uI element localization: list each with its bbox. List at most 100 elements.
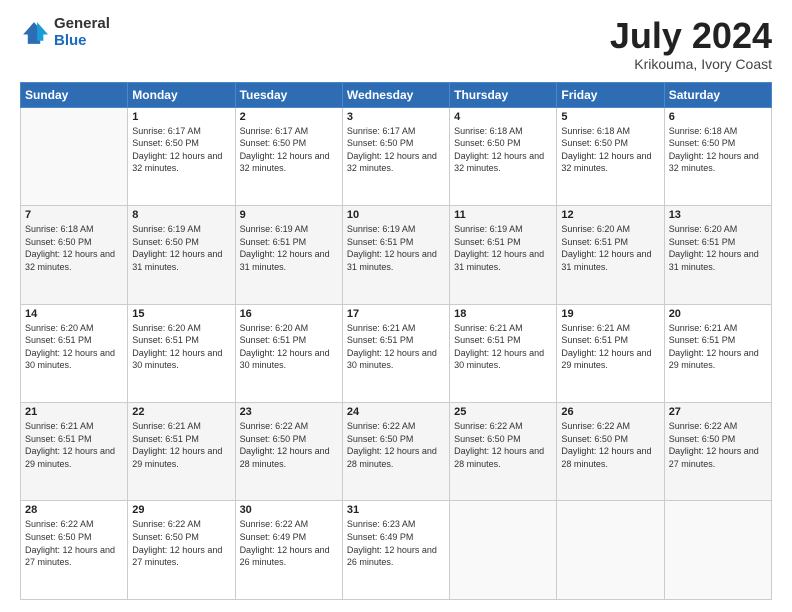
day-number: 7 bbox=[25, 209, 123, 221]
day-number: 29 bbox=[132, 504, 230, 516]
day-number: 19 bbox=[561, 308, 659, 320]
day-info: Sunrise: 6:18 AMSunset: 6:50 PMDaylight:… bbox=[669, 125, 767, 175]
calendar-day-cell: 27 Sunrise: 6:22 AMSunset: 6:50 PMDayligh… bbox=[664, 403, 771, 501]
day-info: Sunrise: 6:19 AMSunset: 6:51 PMDaylight:… bbox=[240, 223, 338, 273]
calendar-day-cell: 29 Sunrise: 6:22 AMSunset: 6:50 PMDayligh… bbox=[128, 501, 235, 600]
day-info: Sunrise: 6:21 AMSunset: 6:51 PMDaylight:… bbox=[454, 322, 552, 372]
day-number: 3 bbox=[347, 111, 445, 123]
day-number: 6 bbox=[669, 111, 767, 123]
weekday-header-cell: Wednesday bbox=[342, 82, 449, 107]
day-info: Sunrise: 6:22 AMSunset: 6:50 PMDaylight:… bbox=[25, 518, 123, 568]
calendar-week-row: 14 Sunrise: 6:20 AMSunset: 6:51 PMDayligh… bbox=[21, 304, 772, 402]
calendar-day-cell: 26 Sunrise: 6:22 AMSunset: 6:50 PMDayligh… bbox=[557, 403, 664, 501]
calendar-day-cell: 24Sunrise: 6:22 AMSunset: 6:50 PMDayligh… bbox=[342, 403, 449, 501]
calendar-day-cell bbox=[21, 107, 128, 205]
day-info: Sunrise: 6:21 AMSunset: 6:51 PMDaylight:… bbox=[132, 420, 230, 470]
calendar-week-row: 7 Sunrise: 6:18 AMSunset: 6:50 PMDaylight… bbox=[21, 206, 772, 304]
calendar-day-cell: 25 Sunrise: 6:22 AMSunset: 6:50 PMDayligh… bbox=[450, 403, 557, 501]
day-number: 9 bbox=[240, 209, 338, 221]
month-title: July 2024 bbox=[610, 16, 772, 56]
day-info: Sunrise: 6:19 AMSunset: 6:50 PMDaylight:… bbox=[132, 223, 230, 273]
calendar-body: 1Sunrise: 6:17 AMSunset: 6:50 PMDaylight… bbox=[21, 107, 772, 599]
calendar-day-cell: 19 Sunrise: 6:21 AMSunset: 6:51 PMDayligh… bbox=[557, 304, 664, 402]
calendar-day-cell bbox=[664, 501, 771, 600]
day-info: Sunrise: 6:22 AMSunset: 6:50 PMDaylight:… bbox=[561, 420, 659, 470]
day-number: 25 bbox=[454, 406, 552, 418]
calendar-day-cell: 9 Sunrise: 6:19 AMSunset: 6:51 PMDaylight… bbox=[235, 206, 342, 304]
calendar-day-cell: 14 Sunrise: 6:20 AMSunset: 6:51 PMDayligh… bbox=[21, 304, 128, 402]
day-info: Sunrise: 6:18 AMSunset: 6:50 PMDaylight:… bbox=[454, 125, 552, 175]
day-number: 30 bbox=[240, 504, 338, 516]
weekday-header-cell: Saturday bbox=[664, 82, 771, 107]
day-info: Sunrise: 6:17 AMSunset: 6:50 PMDaylight:… bbox=[240, 125, 338, 175]
day-info: Sunrise: 6:19 AMSunset: 6:51 PMDaylight:… bbox=[347, 223, 445, 273]
day-number: 11 bbox=[454, 209, 552, 221]
calendar-day-cell: 15Sunrise: 6:20 AMSunset: 6:51 PMDayligh… bbox=[128, 304, 235, 402]
day-number: 23 bbox=[240, 406, 338, 418]
title-block: July 2024 Krikouma, Ivory Coast bbox=[610, 16, 772, 72]
calendar-day-cell: 12Sunrise: 6:20 AMSunset: 6:51 PMDayligh… bbox=[557, 206, 664, 304]
day-info: Sunrise: 6:20 AMSunset: 6:51 PMDaylight:… bbox=[669, 223, 767, 273]
calendar-day-cell: 17Sunrise: 6:21 AMSunset: 6:51 PMDayligh… bbox=[342, 304, 449, 402]
calendar-day-cell: 6 Sunrise: 6:18 AMSunset: 6:50 PMDaylight… bbox=[664, 107, 771, 205]
calendar-table: SundayMondayTuesdayWednesdayThursdayFrid… bbox=[20, 82, 772, 600]
calendar-day-cell: 21 Sunrise: 6:21 AMSunset: 6:51 PMDayligh… bbox=[21, 403, 128, 501]
day-info: Sunrise: 6:20 AMSunset: 6:51 PMDaylight:… bbox=[25, 322, 123, 372]
day-info: Sunrise: 6:19 AMSunset: 6:51 PMDaylight:… bbox=[454, 223, 552, 273]
calendar-day-cell: 23 Sunrise: 6:22 AMSunset: 6:50 PMDayligh… bbox=[235, 403, 342, 501]
day-info: Sunrise: 6:21 AMSunset: 6:51 PMDaylight:… bbox=[669, 322, 767, 372]
location: Krikouma, Ivory Coast bbox=[610, 56, 772, 72]
day-number: 21 bbox=[25, 406, 123, 418]
calendar-day-cell: 3 Sunrise: 6:17 AMSunset: 6:50 PMDaylight… bbox=[342, 107, 449, 205]
calendar-day-cell bbox=[450, 501, 557, 600]
day-info: Sunrise: 6:18 AMSunset: 6:50 PMDaylight:… bbox=[25, 223, 123, 273]
day-number: 16 bbox=[240, 308, 338, 320]
calendar-week-row: 28 Sunrise: 6:22 AMSunset: 6:50 PMDayligh… bbox=[21, 501, 772, 600]
day-info: Sunrise: 6:17 AMSunset: 6:50 PMDaylight:… bbox=[347, 125, 445, 175]
day-number: 14 bbox=[25, 308, 123, 320]
logo-general: General bbox=[54, 16, 110, 33]
day-number: 10 bbox=[347, 209, 445, 221]
day-info: Sunrise: 6:22 AMSunset: 6:50 PMDaylight:… bbox=[347, 420, 445, 470]
calendar-day-cell: 31 Sunrise: 6:23 AMSunset: 6:49 PMDayligh… bbox=[342, 501, 449, 600]
logo-blue: Blue bbox=[54, 33, 110, 50]
day-number: 18 bbox=[454, 308, 552, 320]
calendar-day-cell: 4 Sunrise: 6:18 AMSunset: 6:50 PMDaylight… bbox=[450, 107, 557, 205]
calendar-day-cell: 11 Sunrise: 6:19 AMSunset: 6:51 PMDayligh… bbox=[450, 206, 557, 304]
day-number: 26 bbox=[561, 406, 659, 418]
day-info: Sunrise: 6:21 AMSunset: 6:51 PMDaylight:… bbox=[25, 420, 123, 470]
day-info: Sunrise: 6:22 AMSunset: 6:50 PMDaylight:… bbox=[240, 420, 338, 470]
day-info: Sunrise: 6:22 AMSunset: 6:50 PMDaylight:… bbox=[132, 518, 230, 568]
day-info: Sunrise: 6:22 AMSunset: 6:50 PMDaylight:… bbox=[669, 420, 767, 470]
weekday-header-cell: Thursday bbox=[450, 82, 557, 107]
calendar-day-cell: 20Sunrise: 6:21 AMSunset: 6:51 PMDayligh… bbox=[664, 304, 771, 402]
logo-icon bbox=[20, 19, 48, 47]
calendar-day-cell: 30Sunrise: 6:22 AMSunset: 6:49 PMDayligh… bbox=[235, 501, 342, 600]
day-number: 15 bbox=[132, 308, 230, 320]
calendar-day-cell: 16Sunrise: 6:20 AMSunset: 6:51 PMDayligh… bbox=[235, 304, 342, 402]
calendar-day-cell: 5Sunrise: 6:18 AMSunset: 6:50 PMDaylight… bbox=[557, 107, 664, 205]
day-number: 4 bbox=[454, 111, 552, 123]
day-number: 28 bbox=[25, 504, 123, 516]
day-number: 31 bbox=[347, 504, 445, 516]
logo: General Blue bbox=[20, 16, 110, 49]
calendar-day-cell: 1Sunrise: 6:17 AMSunset: 6:50 PMDaylight… bbox=[128, 107, 235, 205]
day-number: 22 bbox=[132, 406, 230, 418]
header: General Blue July 2024 Krikouma, Ivory C… bbox=[20, 16, 772, 72]
day-number: 2 bbox=[240, 111, 338, 123]
day-number: 13 bbox=[669, 209, 767, 221]
day-info: Sunrise: 6:23 AMSunset: 6:49 PMDaylight:… bbox=[347, 518, 445, 568]
weekday-header-cell: Tuesday bbox=[235, 82, 342, 107]
weekday-header-cell: Sunday bbox=[21, 82, 128, 107]
calendar-day-cell: 18 Sunrise: 6:21 AMSunset: 6:51 PMDayligh… bbox=[450, 304, 557, 402]
calendar-day-cell: 7 Sunrise: 6:18 AMSunset: 6:50 PMDaylight… bbox=[21, 206, 128, 304]
weekday-header-cell: Friday bbox=[557, 82, 664, 107]
day-info: Sunrise: 6:22 AMSunset: 6:50 PMDaylight:… bbox=[454, 420, 552, 470]
calendar-day-cell: 10 Sunrise: 6:19 AMSunset: 6:51 PMDayligh… bbox=[342, 206, 449, 304]
calendar-week-row: 1Sunrise: 6:17 AMSunset: 6:50 PMDaylight… bbox=[21, 107, 772, 205]
calendar-day-cell: 8 Sunrise: 6:19 AMSunset: 6:50 PMDaylight… bbox=[128, 206, 235, 304]
day-number: 8 bbox=[132, 209, 230, 221]
day-number: 27 bbox=[669, 406, 767, 418]
weekday-header-cell: Monday bbox=[128, 82, 235, 107]
day-info: Sunrise: 6:21 AMSunset: 6:51 PMDaylight:… bbox=[561, 322, 659, 372]
